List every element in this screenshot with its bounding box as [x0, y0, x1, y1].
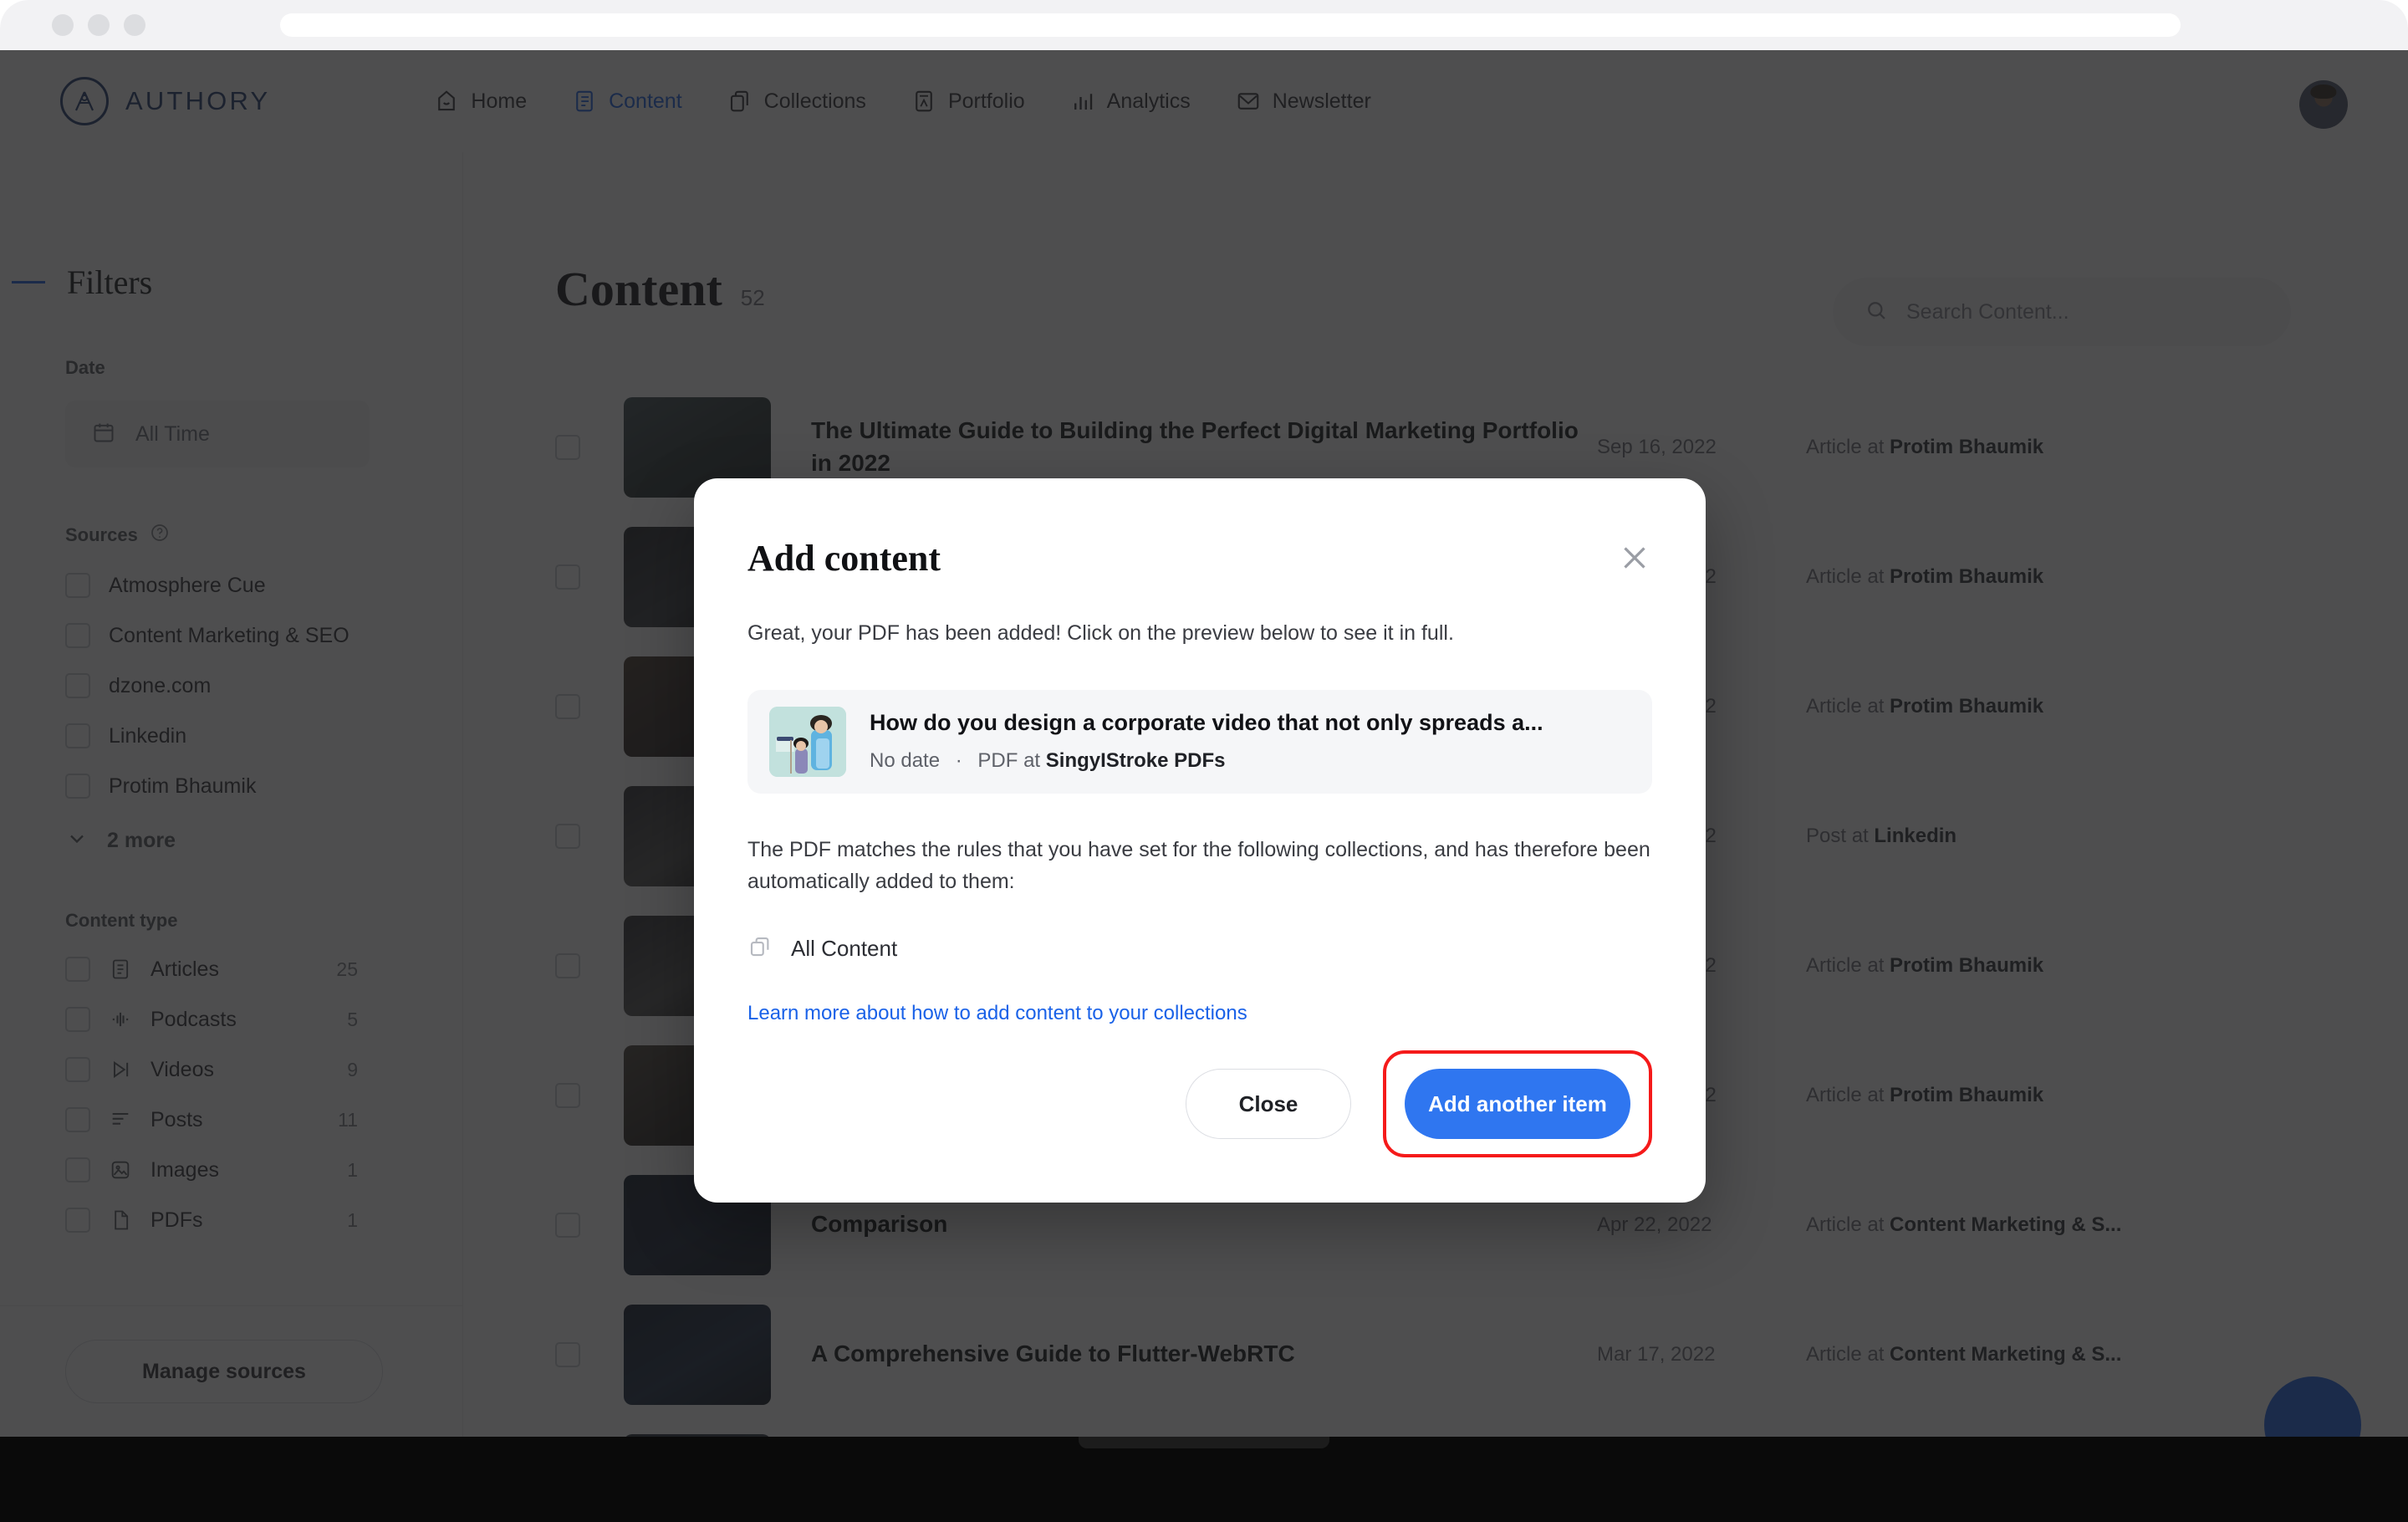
- laptop-screen: AUTHORY Home: [0, 0, 2408, 1437]
- dialog-title: Add content: [747, 538, 941, 579]
- pdf-preview-source: SingyIStroke PDFs: [1045, 749, 1226, 772]
- close-button[interactable]: Close: [1186, 1069, 1351, 1139]
- highlight-ring: Add another item: [1383, 1050, 1652, 1157]
- minimize-window-dot[interactable]: [88, 14, 110, 36]
- pdf-preview-card[interactable]: How do you design a corporate video that…: [747, 689, 1652, 794]
- device-frame: AUTHORY Home: [0, 0, 2408, 1522]
- separator-dot: ·: [955, 749, 962, 772]
- app-surface: AUTHORY Home: [0, 50, 2408, 1437]
- dialog-body-text: The PDF matches the rules that you have …: [747, 837, 1650, 893]
- collections-icon: [747, 934, 773, 963]
- close-icon[interactable]: [1615, 539, 1654, 577]
- dialog-subtitle: Great, your PDF has been added! Click on…: [747, 621, 1454, 645]
- learn-more-link[interactable]: Learn more about how to add content to y…: [747, 1002, 1247, 1025]
- close-window-dot[interactable]: [52, 14, 74, 36]
- address-bar[interactable]: [280, 13, 2181, 37]
- window-controls[interactable]: [52, 14, 145, 36]
- pdf-preview-subline: No date · PDF at SingyIStroke PDFs: [870, 749, 1543, 773]
- dialog-actions: Close Add another item: [1186, 1050, 1652, 1157]
- collection-item-all-content[interactable]: All Content: [747, 934, 1652, 963]
- pdf-preview-date: No date: [870, 749, 941, 772]
- collection-name: All Content: [791, 935, 898, 961]
- pdf-preview-title: How do you design a corporate video that…: [870, 710, 1543, 735]
- pdf-preview-thumbnail: [769, 706, 846, 777]
- pdf-preview-meta: How do you design a corporate video that…: [870, 710, 1543, 773]
- maximize-window-dot[interactable]: [124, 14, 145, 36]
- laptop-base: [0, 1437, 2408, 1522]
- pdf-preview-type: PDF at: [977, 749, 1041, 772]
- add-another-item-button[interactable]: Add another item: [1405, 1069, 1630, 1139]
- browser-chrome: [0, 0, 2408, 50]
- add-content-dialog: Add content Great, your PDF has been add…: [694, 478, 1706, 1203]
